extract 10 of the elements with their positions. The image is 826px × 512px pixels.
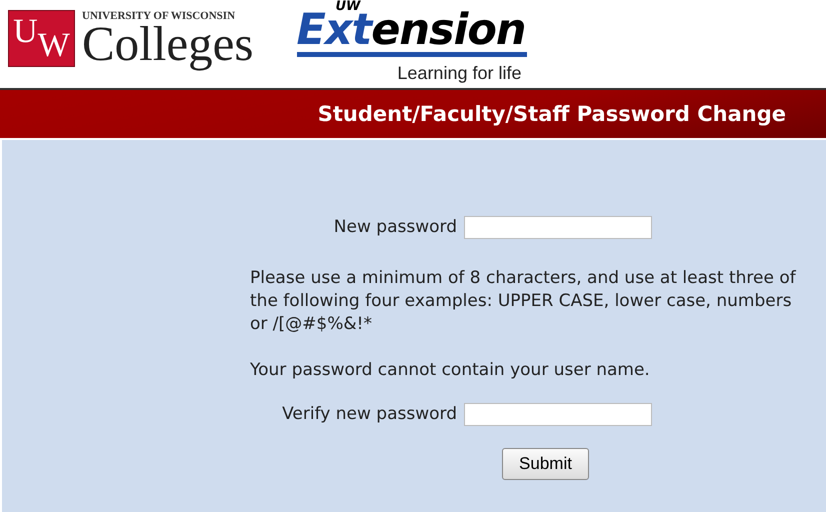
tagline: Learning for life: [397, 63, 522, 84]
submit-button[interactable]: Submit: [502, 448, 589, 480]
password-field[interactable]: [464, 402, 652, 426]
instruction-text: Your password cannot contain your user name.: [250, 359, 651, 382]
monogram-logo: UW: [8, 10, 75, 67]
field-label: New password: [332, 217, 457, 237]
field-label: Verify new password: [281, 404, 457, 424]
password-field[interactable]: [464, 216, 652, 238]
instruction-text: Please use a minimum of 8 characters, and use at least three of the following four examples: UPPER CASE, lower case, numbers or /[@#$%&!*: [250, 267, 797, 336]
page-title: Student/Faculty/Staff Password Change: [318, 102, 786, 126]
